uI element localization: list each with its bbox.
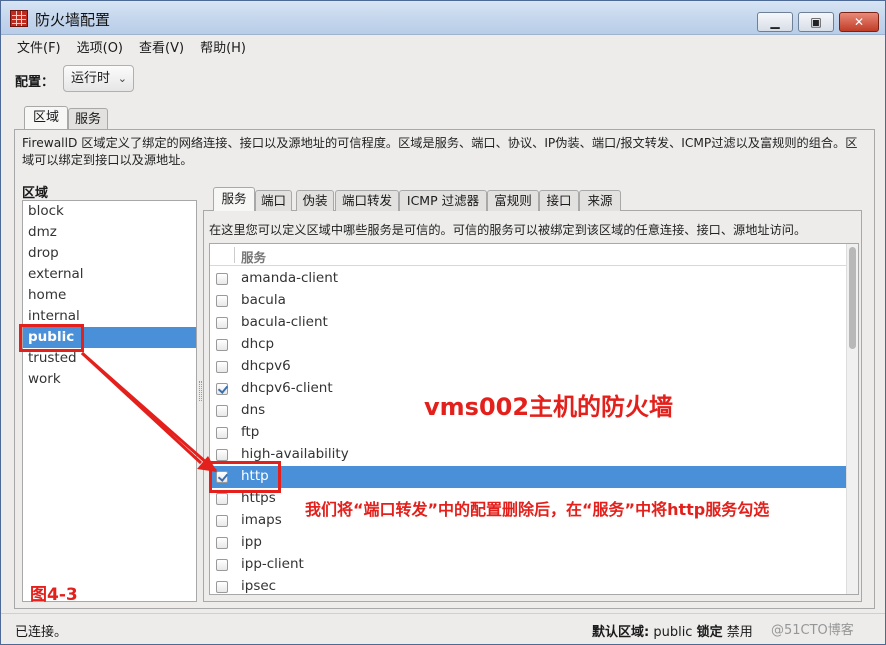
inner-tab-1[interactable]: 端口 <box>255 190 292 211</box>
firewall-app-icon <box>10 10 28 27</box>
service-label: dhcp <box>241 336 275 352</box>
service-checkbox[interactable] <box>216 317 228 329</box>
column-divider <box>234 247 235 263</box>
close-icon: ✕ <box>853 15 865 29</box>
figure-label: 图4-3 <box>30 585 78 605</box>
inner-tab-0[interactable]: 服务 <box>213 187 255 211</box>
lock-label: 锁定 <box>696 625 723 640</box>
menu-options[interactable]: 选项(O) <box>69 39 131 59</box>
status-right: 默认区域: public 锁定 禁用 <box>592 621 753 640</box>
service-label: bacula-client <box>241 314 328 330</box>
zones-heading: 区域 <box>22 186 49 201</box>
zone-item-drop[interactable]: drop <box>23 243 196 264</box>
service-row-ftp[interactable]: ftp <box>210 422 846 444</box>
maximize-button[interactable]: ▣ <box>798 12 834 32</box>
service-row-amanda-client[interactable]: amanda-client <box>210 268 846 290</box>
zone-description: FirewallD 区域定义了绑定的网络连接、接口以及源地址的可信程度。区域是服… <box>22 136 858 167</box>
column-header-service: 服务 <box>241 250 267 265</box>
annotation-box-http <box>209 461 281 493</box>
service-checkbox[interactable] <box>216 427 228 439</box>
status-bar: 已连接。 默认区域: public 锁定 禁用 <box>1 613 885 644</box>
tab-zones[interactable]: 区域 <box>24 106 68 131</box>
service-checkbox[interactable] <box>216 559 228 571</box>
config-label: 配置： <box>15 75 55 90</box>
zone-item-block[interactable]: block <box>23 201 196 222</box>
zone-item-dmz[interactable]: dmz <box>23 222 196 243</box>
annotation-box-public <box>19 324 84 352</box>
tab-services[interactable]: 服务 <box>68 108 108 131</box>
zone-item-home[interactable]: home <box>23 285 196 306</box>
service-label: bacula <box>241 292 286 308</box>
inner-tab-5[interactable]: 富规则 <box>487 190 539 211</box>
service-row-ipp-client[interactable]: ipp-client <box>210 554 846 576</box>
inner-tab-2[interactable]: 伪装 <box>296 190 334 211</box>
service-checkbox[interactable] <box>216 493 228 505</box>
window-title: 防火墙配置 <box>35 11 111 29</box>
service-row-bacula[interactable]: bacula <box>210 290 846 312</box>
service-checkbox[interactable] <box>216 515 228 527</box>
menu-bar: 文件(F) 选项(O) 查看(V) 帮助(H) <box>9 39 254 59</box>
pane-splitter[interactable] <box>199 381 202 401</box>
inner-tab-7[interactable]: 来源 <box>579 190 621 211</box>
menu-help[interactable]: 帮助(H) <box>192 39 254 59</box>
service-label: high-availability <box>241 446 349 462</box>
service-row-dhcp[interactable]: dhcp <box>210 334 846 356</box>
minimize-icon: ▁ <box>770 15 780 29</box>
service-description: 在这里您可以定义区域中哪些服务是可信的。可信的服务可以被绑定到该区域的任意连接、… <box>209 223 807 237</box>
zone-list: block dmz drop external home internal public tr… <box>22 200 197 602</box>
minimize-button[interactable]: ▁ <box>757 12 793 32</box>
service-checkbox[interactable] <box>216 273 228 285</box>
annotation-title: vms002主机的防火墙 <box>424 393 674 421</box>
service-checkbox[interactable] <box>216 383 228 395</box>
inner-tab-6[interactable]: 接口 <box>539 190 579 211</box>
service-label: ipsec <box>241 578 277 594</box>
scrollbar-thumb[interactable] <box>849 247 856 349</box>
menu-file[interactable]: 文件(F) <box>9 39 69 59</box>
zone-item-work[interactable]: work <box>23 369 196 390</box>
service-label: dns <box>241 402 266 418</box>
watermark: @51CTO博客 <box>771 623 854 638</box>
service-checkbox[interactable] <box>216 581 228 593</box>
service-checkbox[interactable] <box>216 537 228 549</box>
config-select-value: 运行时 <box>71 71 111 86</box>
title-bar: 防火墙配置 ▁ ▣ ✕ <box>1 1 885 35</box>
zone-item-external[interactable]: external <box>23 264 196 285</box>
menu-view[interactable]: 查看(V) <box>131 39 192 59</box>
vertical-scrollbar[interactable] <box>846 244 858 594</box>
service-row-ipsec[interactable]: ipsec <box>210 576 846 594</box>
column-header[interactable]: 服务 <box>210 244 846 266</box>
firewall-config-window: 防火墙配置 ▁ ▣ ✕ 文件(F) 选项(O) 查看(V) 帮助(H) 配置： … <box>0 0 886 645</box>
service-row-high-availability[interactable]: high-availability <box>210 444 846 466</box>
service-label: dhcpv6 <box>241 358 291 374</box>
default-zone-label: 默认区域: <box>592 625 650 640</box>
service-label: ftp <box>241 424 260 440</box>
close-button[interactable]: ✕ <box>839 12 879 32</box>
service-checkbox[interactable] <box>216 361 228 373</box>
service-label: dhcpv6-client <box>241 380 333 396</box>
inner-tab-4[interactable]: ICMP 过滤器 <box>399 190 487 211</box>
service-row-dhcpv6[interactable]: dhcpv6 <box>210 356 846 378</box>
service-row-ipp[interactable]: ipp <box>210 532 846 554</box>
service-row-bacula-client[interactable]: bacula-client <box>210 312 846 334</box>
service-checkbox[interactable] <box>216 405 228 417</box>
service-checkbox[interactable] <box>216 295 228 307</box>
service-checkbox[interactable] <box>216 339 228 351</box>
lock-value: 禁用 <box>726 625 753 640</box>
service-row-http[interactable]: http <box>210 466 846 488</box>
service-label: amanda-client <box>241 270 339 286</box>
chevron-down-icon: ⌄ <box>117 72 127 85</box>
connection-status: 已连接。 <box>15 625 68 640</box>
default-zone-value: public <box>653 625 693 640</box>
annotation-note: 我们将“端口转发”中的配置删除后，在“服务”中将http服务勾选 <box>305 500 770 519</box>
service-label: ipp-client <box>241 556 304 572</box>
service-label: imaps <box>241 512 282 528</box>
service-label: ipp <box>241 534 262 550</box>
inner-tab-3[interactable]: 端口转发 <box>335 190 399 211</box>
maximize-icon: ▣ <box>810 15 822 29</box>
service-checkbox[interactable] <box>216 449 228 461</box>
config-select[interactable]: 运行时 ⌄ <box>63 65 134 92</box>
